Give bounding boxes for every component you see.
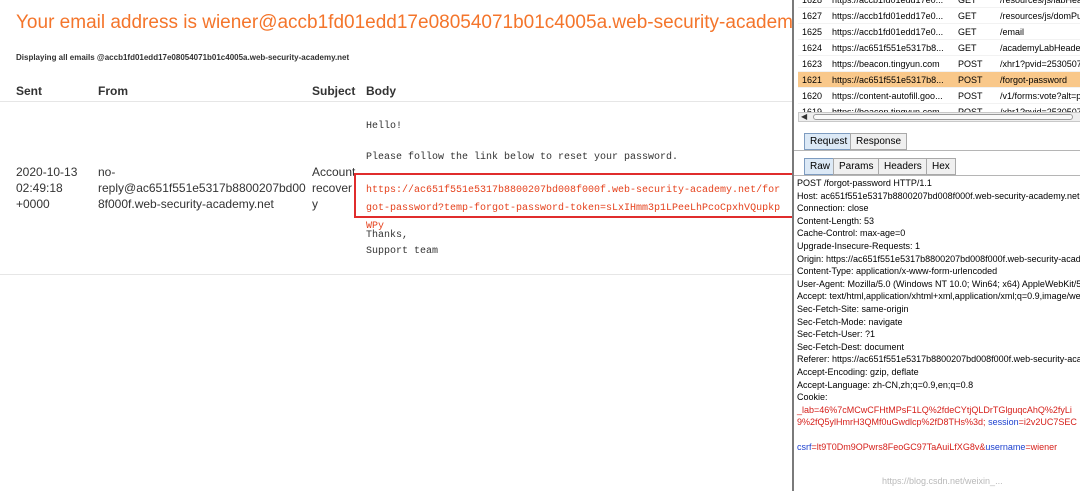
email-body-greeting: Hello! [366,121,403,132]
header-sec-fetch-dest: Sec-Fetch-Dest: document [797,341,905,352]
header-accept-language: Accept-Language: zh-CN,zh;q=0.9,en;q=0.8 [797,379,974,390]
cookie-lab-value: _lab=46%7cMCwCFHtMPsF1LQ%2fdeCYtjQLDrTGl… [797,404,1072,415]
column-header-body: Body [366,84,396,98]
header-sec-fetch-user: Sec-Fetch-User: ?1 [797,329,876,340]
scrollbar-thumb[interactable] [813,114,1073,120]
header-user-agent: User-Agent: Mozilla/5.0 (Windows NT 10.0… [797,278,1080,289]
table-row[interactable]: 1627 https://accb1fd01edd17e0... GET /re… [798,8,1080,24]
email-subject-cell: Account recover y [312,165,356,211]
header-accept: Accept: text/html,application/xhtml+xml,… [797,291,1080,302]
history-horizontal-scrollbar[interactable]: ◀ [798,112,1080,122]
http-history-table: 1628 https://accb1fd01edd17e0... GET /re… [798,0,1080,120]
table-row[interactable]: 1624 https://ac651f551e5317b8... GET /ac… [798,40,1080,56]
table-row[interactable]: 1625 https://accb1fd01edd17e0... GET /em… [798,24,1080,40]
watermark-text: https://blog.csdn.net/weixin_... [882,476,1003,486]
header-sec-fetch-site: Sec-Fetch-Site: same-origin [797,303,909,314]
header-accept-encoding: Accept-Encoding: gzip, deflate [797,366,919,377]
header-referer: Referer: https://ac651f551e5317b8800207b… [797,354,1080,365]
column-header-from: From [98,84,128,98]
email-sent-cell: 2020-10-13 02:49:18 +0000 [16,165,78,211]
email-address-heading: Your email address is wiener@accb1fd01ed… [16,12,792,33]
header-content-type: Content-Type: application/x-www-form-url… [797,266,998,277]
proxy-history-panel: 1628 https://accb1fd01edd17e0... GET /re… [792,0,1080,491]
tab-request[interactable]: Request [804,133,854,150]
email-body-instruction: Please follow the link below to reset yo… [366,152,679,163]
column-header-subject: Subject [312,84,356,98]
tab-params[interactable]: Params [833,158,880,175]
header-host: Host: ac651f551e5317b8800207bd008f000f.w… [797,190,1080,201]
header-origin: Origin: https://ac651f551e5317b8800207bd… [797,253,1080,264]
table-row[interactable]: 1620 https://content-autofill.goo... POS… [798,88,1080,104]
header-cache-control: Cache-Control: max-age=0 [797,228,906,239]
email-body-closing: Thanks, [366,230,409,241]
header-cookie: Cookie: [797,392,828,403]
inbox-subheading: Displaying all emails @accb1fd01edd17e08… [16,53,350,62]
table-row-divider [0,274,792,275]
tab-strip-divider [794,150,1080,151]
email-from-cell: no- reply@ac651f551e5317b8800207bd00 8f0… [98,165,306,211]
request-line: POST /forgot-password HTTP/1.1 [797,178,932,188]
subtab-strip-divider [794,175,1080,176]
header-upgrade-insecure: Upgrade-Insecure-Requests: 1 [797,240,921,251]
table-header-divider [0,101,792,102]
tab-response[interactable]: Response [850,133,908,150]
email-body-signature: Support team [366,246,439,257]
tab-hex[interactable]: Hex [926,158,956,175]
header-content-length: Content-Length: 53 [797,215,875,226]
reset-link-highlight-box [354,173,792,218]
header-sec-fetch-mode: Sec-Fetch-Mode: navigate [797,316,903,327]
tab-raw[interactable]: Raw [804,158,837,175]
table-row-selected[interactable]: 1621 https://ac651f551e5317b8... POST /f… [798,72,1080,88]
cookie-session-line: 9%2fQ5ylHmrH3QMf0uGwdlcp%2fD8THs%3d; ses… [797,417,1077,428]
table-row[interactable]: 1623 https://beacon.tingyun.com POST /xh… [798,56,1080,72]
column-header-sent: Sent [16,84,43,98]
header-connection: Connection: close [797,203,869,214]
request-body: csrf=lt9T0Dm9OPwrs8FeoGC97TaAuiLfXG8v&us… [797,442,1058,453]
email-client-pane: Your email address is wiener@accb1fd01ed… [0,0,792,491]
tab-headers[interactable]: Headers [878,158,928,175]
table-row[interactable]: 1628 https://accb1fd01edd17e0... GET /re… [798,0,1080,8]
raw-request-editor[interactable]: POST /forgot-password HTTP/1.1 Host: ac6… [796,177,1080,491]
scroll-left-arrow-icon[interactable]: ◀ [801,112,807,121]
